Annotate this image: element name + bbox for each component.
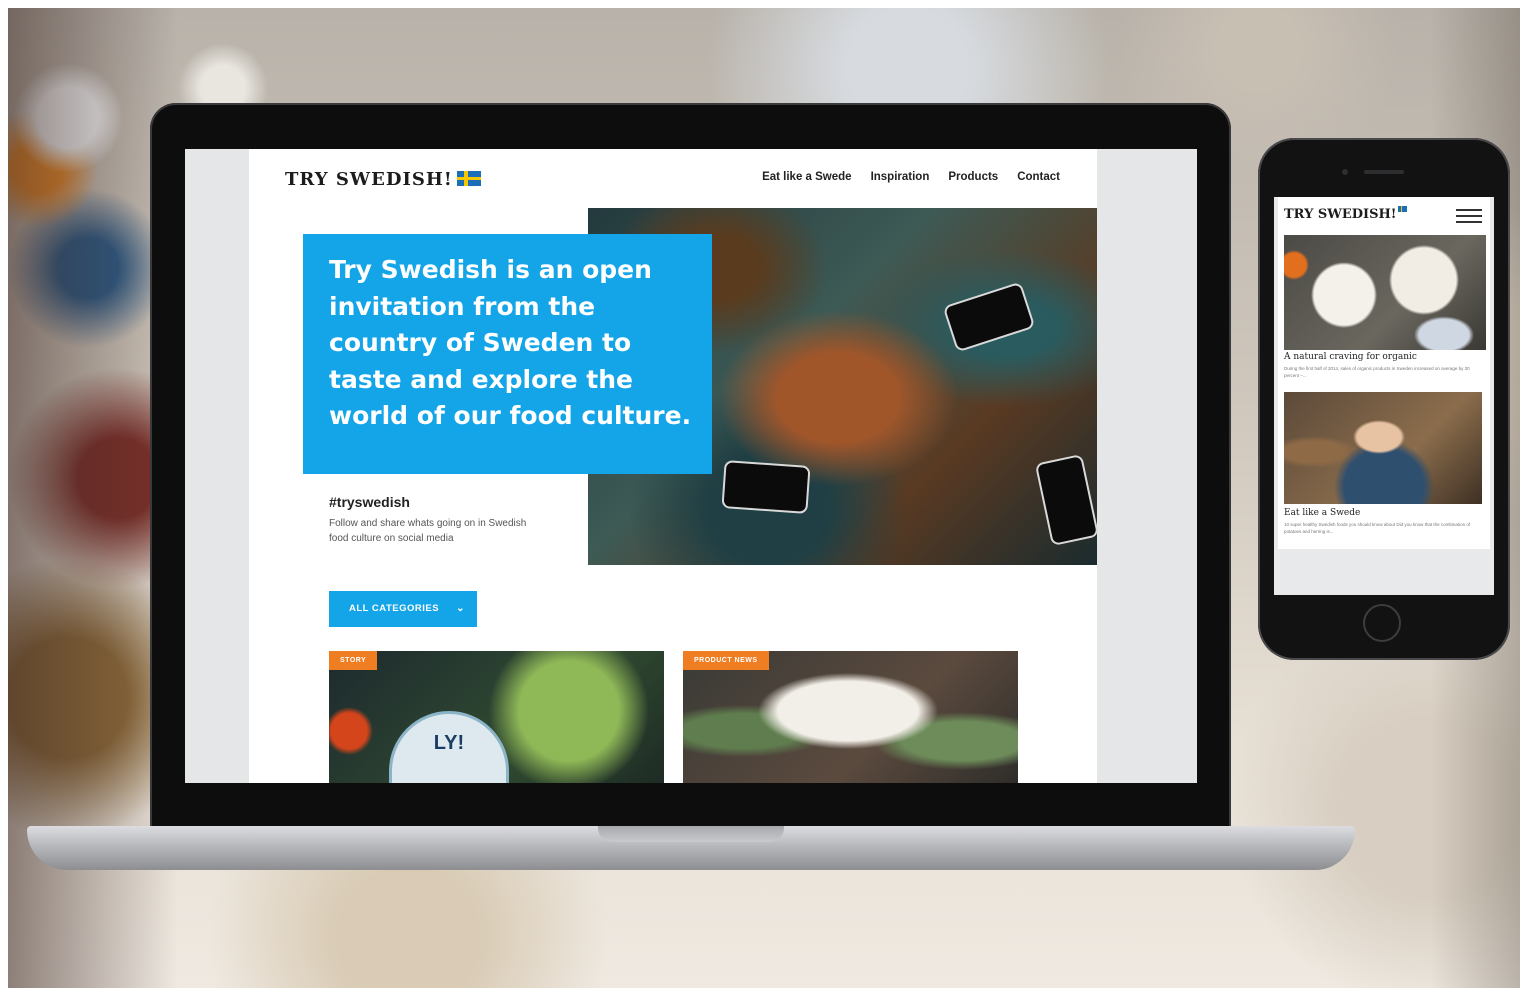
hero-text-box: Try Swedish is an open invitation from t…: [303, 234, 712, 474]
nav-item-products[interactable]: Products: [948, 171, 998, 183]
nav-item-contact[interactable]: Contact: [1017, 171, 1060, 183]
social-description: Follow and share whats going on in Swedi…: [329, 518, 527, 544]
nav-item-inspiration[interactable]: Inspiration: [871, 171, 930, 183]
nav-item-eat-like-a-swede[interactable]: Eat like a Swede: [762, 171, 852, 183]
laptop-screen: TRY SWEDISH! Eat like a Swede Inspiratio…: [185, 149, 1197, 783]
site-logo[interactable]: TRY SWEDISH!: [285, 169, 481, 190]
phone-in-photo: [942, 281, 1036, 353]
article-image[interactable]: [1284, 392, 1482, 504]
hero-text: Try Swedish is an open invitation from t…: [329, 255, 692, 430]
site-logo-text: TRY SWEDISH!: [285, 169, 453, 190]
phone-in-photo: [1034, 453, 1100, 547]
article-title[interactable]: A natural craving for organic: [1284, 352, 1417, 362]
phone-in-photo: [721, 460, 811, 514]
all-categories-button[interactable]: ALL CATEGORIES ⌄: [329, 591, 477, 627]
mobile-logo-text: TRY SWEDISH!: [1284, 207, 1397, 222]
social-hashtag[interactable]: #tryswedish: [329, 494, 410, 510]
main-nav: Eat like a Swede Inspiration Products Co…: [762, 171, 1060, 183]
swedish-flag-icon: [1397, 206, 1407, 212]
article-image[interactable]: [1284, 235, 1486, 350]
hamburger-icon[interactable]: [1456, 209, 1482, 223]
oatly-carton-text: LY!: [433, 732, 465, 754]
desktop-website: TRY SWEDISH! Eat like a Swede Inspiratio…: [249, 149, 1100, 783]
all-categories-label: ALL CATEGORIES: [349, 603, 440, 614]
article-excerpt: During the first half of 2014, sales of …: [1284, 366, 1470, 378]
card-tag: PRODUCT NEWS: [683, 651, 769, 670]
article-card-product-news[interactable]: PRODUCT NEWS: [683, 651, 1018, 783]
mobile-logo[interactable]: TRY SWEDISH!: [1284, 206, 1407, 222]
home-button[interactable]: [1363, 604, 1401, 642]
oatly-carton-image: LY!: [389, 711, 509, 783]
article-title[interactable]: Eat like a Swede: [1284, 508, 1360, 518]
phone-screen: TRY SWEDISH! A natural craving for organ…: [1274, 197, 1494, 595]
speaker-grille: [1364, 170, 1404, 174]
laptop-notch: [598, 826, 784, 842]
article-card-story[interactable]: LY! STORY: [329, 651, 664, 783]
article-excerpt: 10 super healthy Swedish foods you shoul…: [1284, 522, 1471, 534]
chevron-down-icon: ⌄: [456, 603, 465, 614]
swedish-flag-icon: [456, 171, 481, 186]
mobile-website: TRY SWEDISH! A natural craving for organ…: [1278, 197, 1490, 549]
card-tag: STORY: [329, 651, 378, 670]
camera-icon: [1342, 169, 1348, 175]
